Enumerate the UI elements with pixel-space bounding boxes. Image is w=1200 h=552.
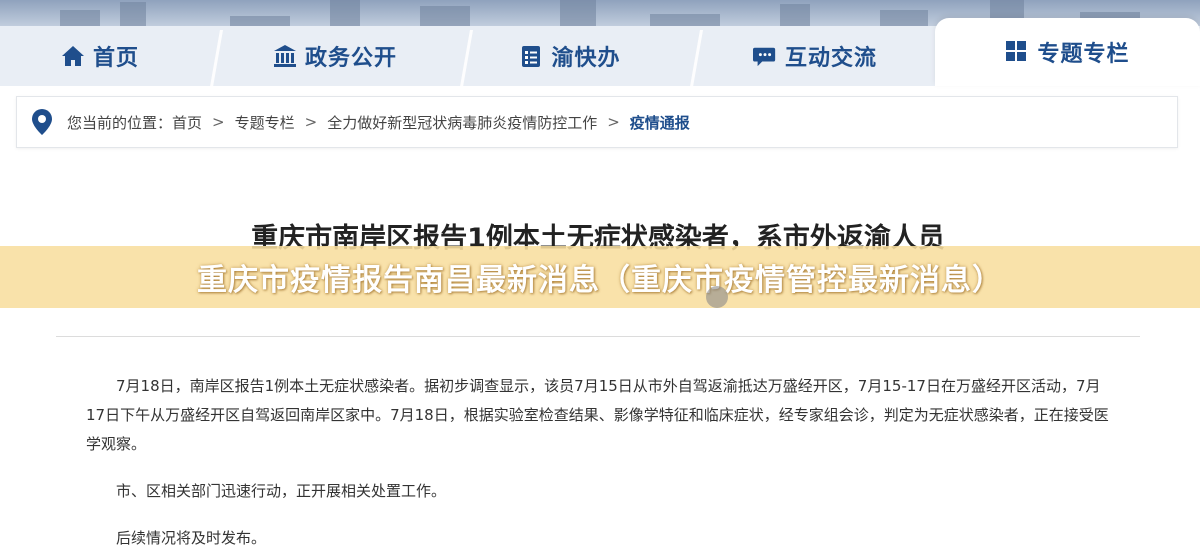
- tab-government-affairs-label: 政务公开: [304, 46, 397, 71]
- tab-yukuaiban[interactable]: 渝快办: [500, 26, 640, 86]
- breadcrumb-separator: >: [607, 113, 620, 131]
- tab-interaction-label: 互动交流: [784, 46, 877, 71]
- tab-special-topics[interactable]: 专题专栏: [935, 18, 1200, 86]
- tab-interaction[interactable]: 互动交流: [730, 26, 900, 86]
- chat-bubble-icon: [752, 44, 777, 68]
- main-nav: 首页 政务公开 渝快办 互动交流 专题专栏: [0, 18, 1200, 86]
- tab-government-affairs[interactable]: 政务公开: [250, 26, 420, 86]
- breadcrumb-current[interactable]: 疫情通报: [630, 112, 690, 133]
- article-divider: [56, 336, 1140, 337]
- article-paragraph: 7月18日，南岸区报告1例本土无症状感染者。据初步调查显示，该员7月15日从市外…: [86, 377, 1109, 453]
- tab-special-topics-label: 专题专栏: [1037, 42, 1130, 67]
- grid-icon: [1005, 40, 1029, 64]
- article-paragraph: 市、区相关部门迅速行动，正开展相关处置工作。: [116, 482, 447, 500]
- breadcrumb-prefix: 您当前的位置：: [67, 113, 173, 132]
- share-icon[interactable]: [706, 286, 728, 308]
- government-building-icon: [273, 44, 297, 68]
- breadcrumb-separator: >: [304, 113, 318, 131]
- clipboard-icon: [519, 44, 543, 68]
- article: 重庆市南岸区报告1例本土无症状感染者，系市外返渝人员: [56, 180, 1140, 255]
- breadcrumb-special-topics[interactable]: 专题专栏: [235, 112, 295, 133]
- tab-yukuaiban-label: 渝快办: [551, 46, 621, 71]
- breadcrumb: 您当前的位置： 首页 > 专题专栏 > 全力做好新型冠状病毒肺炎疫情防控工作 >…: [16, 96, 1178, 148]
- breadcrumb-home[interactable]: 首页: [172, 112, 202, 133]
- location-pin-icon: [31, 108, 53, 136]
- tab-home-label: 首页: [92, 46, 139, 71]
- breadcrumb-separator: >: [212, 113, 225, 131]
- home-icon: [61, 44, 85, 68]
- tab-home[interactable]: 首页: [30, 26, 170, 86]
- article-body: 7月18日，南岸区报告1例本土无症状感染者。据初步调查显示，该员7月15日从市外…: [86, 372, 1116, 552]
- breadcrumb-epidemic-control[interactable]: 全力做好新型冠状病毒肺炎疫情防控工作: [327, 112, 597, 133]
- headline-overlay: 重庆市疫情报告南昌最新消息（重庆市疫情管控最新消息）: [0, 246, 1200, 308]
- overlay-headline: 重庆市疫情报告南昌最新消息（重庆市疫情管控最新消息）: [197, 263, 1003, 298]
- article-paragraph: 后续情况将及时发布。: [116, 529, 267, 547]
